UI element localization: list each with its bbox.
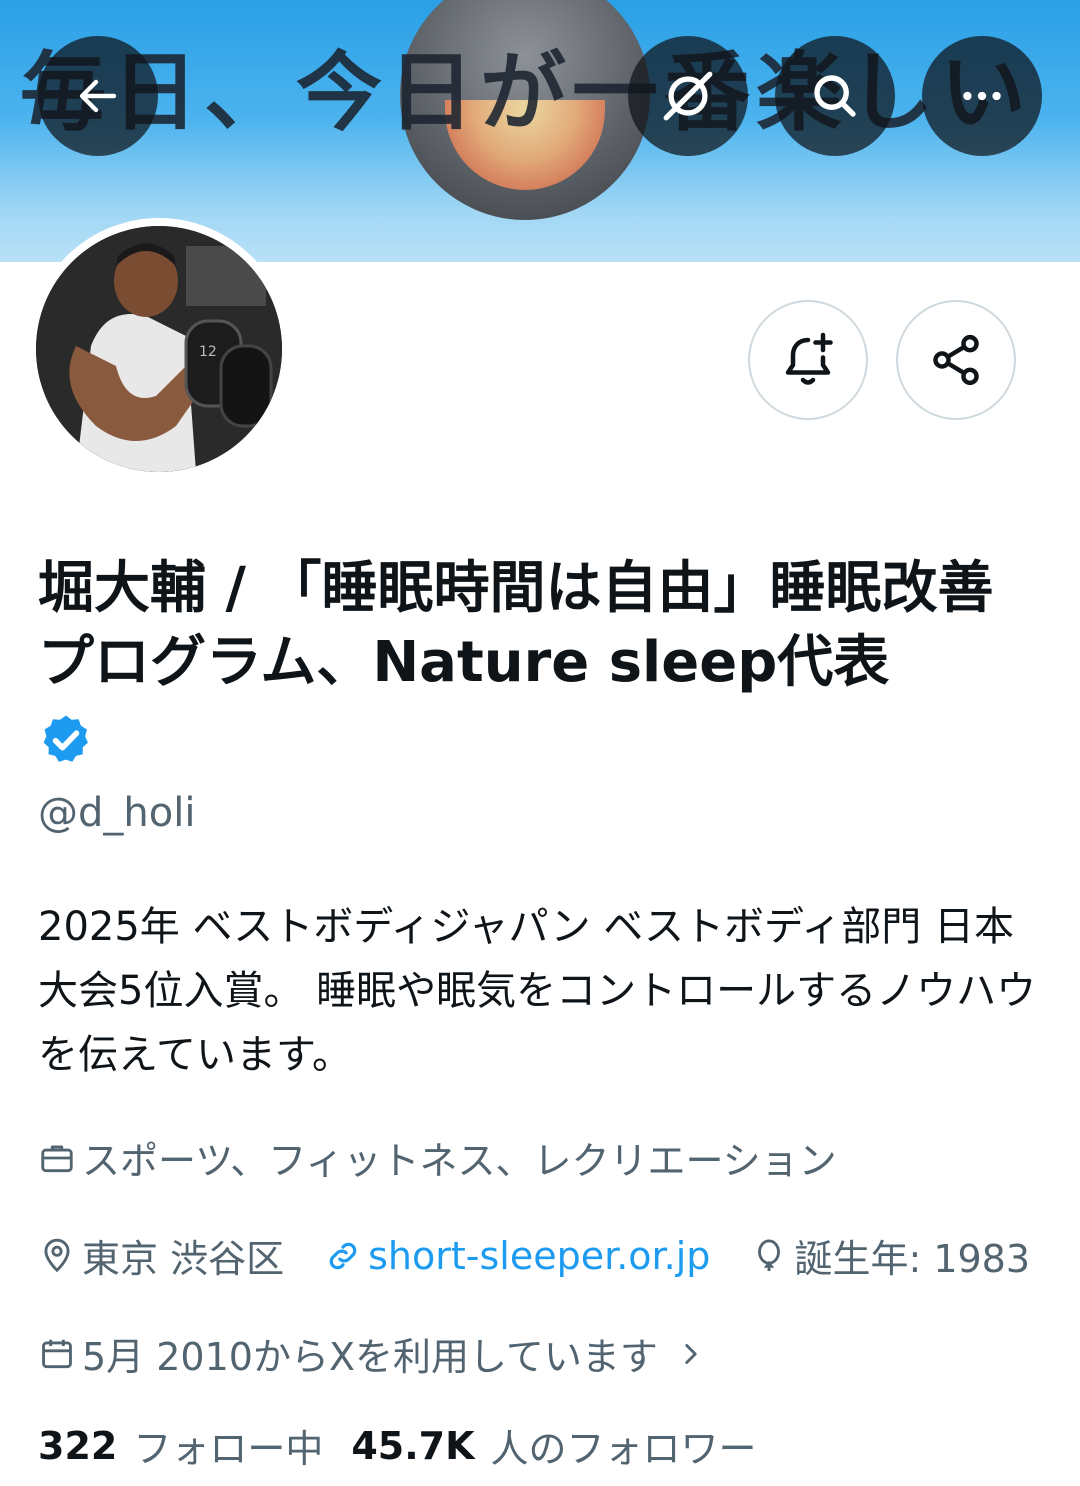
following-label[interactable]: フォロー中	[133, 1418, 323, 1473]
birth-label: 誕生年: 1983	[794, 1237, 1031, 1281]
search-icon	[814, 75, 856, 117]
display-name: 堀大輔 / 「睡眠時間は自由」睡眠改善プログラム、Nature sleep代表	[38, 556, 994, 695]
briefcase-icon	[41, 1144, 73, 1172]
balloon-icon	[758, 1239, 781, 1271]
following-count[interactable]: 322	[38, 1424, 117, 1468]
share-button[interactable]	[896, 300, 1016, 420]
bell-plus-icon	[785, 332, 833, 385]
arrow-left-icon	[79, 79, 117, 113]
birth-item: 誕生年: 1983	[750, 1228, 1030, 1283]
category-row: スポーツ、フィットネス、レクリエーション	[38, 1130, 877, 1185]
location-item: 東京 渋谷区	[38, 1228, 284, 1283]
joined-label: 5月 2010からXを利用しています	[82, 1335, 658, 1379]
search-button[interactable]	[775, 36, 895, 156]
calendar-icon	[42, 1339, 72, 1368]
follow-stats: 322 フォロー中 45.7K 人のフォロワー	[38, 1418, 757, 1473]
location-label: 東京 渋谷区	[82, 1237, 285, 1281]
chevron-right-icon	[685, 1343, 697, 1364]
share-icon	[933, 334, 979, 386]
category-label: スポーツ、フィットネス、レクリエーション	[82, 1139, 837, 1183]
category-item[interactable]: スポーツ、フィットネス、レクリエーション	[38, 1130, 837, 1185]
svg-text:12: 12	[199, 344, 217, 360]
followers-label[interactable]: 人のフォロワー	[491, 1418, 757, 1473]
joined-row[interactable]: 5月 2010からXを利用しています	[38, 1326, 708, 1381]
back-button[interactable]	[38, 36, 158, 156]
user-handle: @d_holi	[38, 790, 196, 836]
joined-item: 5月 2010からXを利用しています	[38, 1326, 658, 1381]
link-icon	[329, 1242, 357, 1269]
followers-count[interactable]: 45.7K	[351, 1424, 474, 1468]
website-link[interactable]: short-sleeper.or.jp	[324, 1234, 710, 1278]
grok-button[interactable]	[628, 36, 748, 156]
website-label: short-sleeper.or.jp	[368, 1233, 711, 1278]
location-pin-icon	[44, 1238, 70, 1272]
notify-button[interactable]	[748, 300, 868, 420]
avatar-photo: 12	[36, 226, 282, 472]
more-button[interactable]	[922, 36, 1042, 156]
avatar[interactable]: 12	[36, 226, 282, 472]
profile-meta-row: 東京 渋谷区 short-sleeper.or.jp 誕生年: 1983	[38, 1228, 1030, 1283]
grok-icon	[663, 71, 713, 121]
bio: 2025年 ベストボディジャパン ベストボディ部門 日本大会5位入賞。 睡眠や眠…	[38, 904, 1037, 1078]
more-horizontal-icon	[963, 91, 1001, 101]
verified-badge-icon[interactable]	[38, 712, 94, 768]
